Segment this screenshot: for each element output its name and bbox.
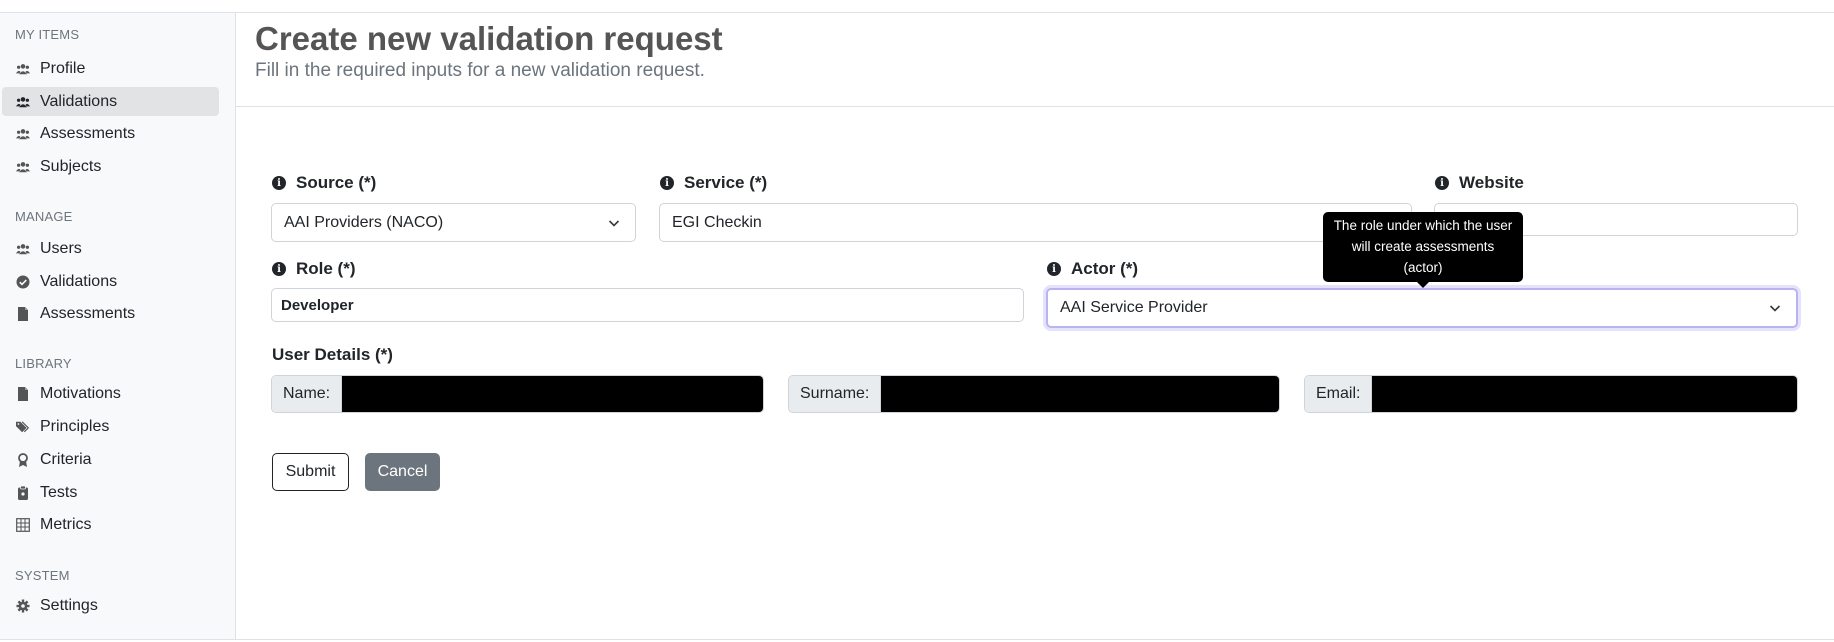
actor-label: i Actor (*) [1047, 259, 1138, 279]
table-icon [15, 517, 30, 532]
service-label-text: Service (*) [684, 173, 768, 192]
website-label: i Website [1435, 173, 1524, 193]
bottom-divider [0, 639, 1834, 640]
role-input[interactable]: Developer [271, 288, 1024, 322]
tags-icon [15, 420, 30, 434]
sidebar-item-validations-mine[interactable]: Validations [2, 87, 219, 116]
info-icon[interactable]: i [660, 176, 674, 190]
user-details-label: User Details (*) [272, 345, 393, 364]
chevron-down-icon [608, 219, 620, 227]
sidebar-item-profile[interactable]: Profile [2, 54, 219, 83]
sidebar-item-label: Principles [40, 417, 110, 435]
sidebar-item-label: Tests [40, 483, 78, 501]
award-icon [15, 452, 30, 467]
sidebar-item-metrics[interactable]: Metrics [2, 510, 219, 539]
service-label: i Service (*) [660, 173, 767, 193]
email-field-redacted[interactable] [1372, 376, 1797, 412]
sidebar-item-label: Validations [40, 272, 118, 290]
page-subtitle: Fill in the required inputs for a new va… [255, 60, 705, 81]
actor-value: AAI Service Provider [1060, 299, 1208, 316]
sidebar-item-subjects[interactable]: Subjects [2, 152, 219, 181]
sidebar-item-label: Motivations [40, 384, 121, 402]
header-divider [236, 106, 1834, 107]
sidebar-heading-manage: MANAGE [15, 209, 73, 224]
role-label: i Role (*) [272, 259, 356, 279]
sidebar-item-label: Assessments [40, 124, 136, 142]
sidebar-item-assessments-mine[interactable]: Assessments [2, 119, 219, 148]
sidebar-item-label: Subjects [40, 157, 102, 175]
source-label: i Source (*) [272, 173, 376, 193]
sidebar-item-label: Users [40, 239, 82, 257]
sidebar-item-label: Validations [40, 92, 118, 110]
clipboard-icon [15, 485, 30, 500]
name-field-redacted[interactable] [342, 376, 763, 412]
email-input-group: Email: [1304, 375, 1798, 413]
source-select[interactable]: AAI Providers (NACO) [271, 203, 636, 242]
sidebar-heading-library: LIBRARY [15, 356, 72, 371]
source-value: AAI Providers (NACO) [284, 213, 444, 231]
surname-field-redacted[interactable] [881, 376, 1279, 412]
name-input-group: Name: [271, 375, 764, 413]
info-icon[interactable]: i [272, 262, 286, 276]
surname-input-group: Surname: [788, 375, 1280, 413]
source-label-text: Source (*) [296, 173, 377, 192]
website-label-text: Website [1459, 173, 1524, 192]
surname-prefix: Surname: [789, 376, 882, 412]
gear-icon [15, 599, 30, 613]
check-circle-icon [15, 275, 30, 289]
service-value: EGI Checkin [672, 213, 762, 231]
info-icon[interactable]: i [1435, 176, 1449, 190]
sidebar-item-label: Assessments [40, 304, 136, 322]
name-prefix: Name: [272, 376, 343, 412]
users-icon [15, 62, 30, 76]
info-icon[interactable]: i [1047, 262, 1061, 276]
sidebar: MY ITEMS Profile Validations Assessments… [0, 13, 236, 639]
role-label-text: Role (*) [296, 259, 356, 278]
submit-button[interactable]: Submit [272, 453, 349, 491]
file-icon [15, 306, 30, 321]
sidebar-item-label: Settings [40, 596, 98, 614]
sidebar-item-label: Profile [40, 59, 86, 77]
role-value: Developer [281, 296, 354, 314]
sidebar-item-motivations[interactable]: Motivations [2, 379, 219, 408]
email-prefix: Email: [1305, 376, 1373, 412]
top-divider [0, 12, 1834, 13]
page-title: Create new validation request [255, 20, 723, 57]
users-icon [15, 242, 30, 256]
info-icon[interactable]: i [272, 176, 286, 190]
sidebar-item-settings[interactable]: Settings [2, 591, 219, 620]
cancel-button[interactable]: Cancel [365, 453, 440, 491]
chevron-down-icon [1769, 305, 1781, 312]
sidebar-item-users[interactable]: Users [2, 234, 219, 263]
sidebar-item-tests[interactable]: Tests [2, 478, 219, 507]
users-icon [15, 160, 30, 174]
file-icon [15, 386, 30, 401]
sidebar-item-label: Metrics [40, 515, 92, 533]
actor-select[interactable]: AAI Service Provider [1046, 288, 1798, 328]
sidebar-item-validations-manage[interactable]: Validations [2, 267, 219, 296]
sidebar-item-label: Criteria [40, 450, 92, 468]
sidebar-heading-my-items: MY ITEMS [15, 27, 80, 42]
service-input[interactable]: EGI Checkin [659, 203, 1412, 242]
sidebar-item-principles[interactable]: Principles [2, 412, 219, 441]
actor-label-text: Actor (*) [1071, 259, 1139, 278]
sidebar-item-criteria[interactable]: Criteria [2, 445, 219, 474]
actor-tooltip: The role under which the user will creat… [1323, 212, 1523, 288]
users-icon [15, 127, 30, 141]
sidebar-item-assessments-manage[interactable]: Assessments [2, 299, 219, 328]
users-icon [15, 95, 30, 109]
sidebar-heading-system: SYSTEM [15, 568, 70, 583]
